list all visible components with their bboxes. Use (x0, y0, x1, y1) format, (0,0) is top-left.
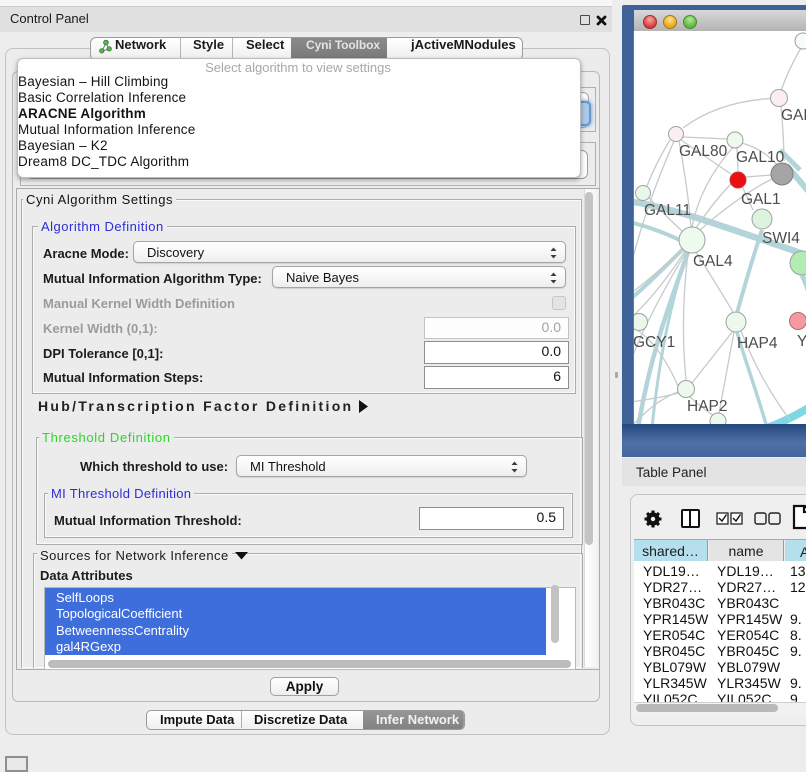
svg-text:HAP4: HAP4 (737, 335, 778, 352)
svg-text:GAL1: GAL1 (741, 191, 781, 208)
svg-text:Y: Y (797, 333, 806, 350)
svg-text:GAL7: GAL7 (781, 107, 806, 124)
svg-text:SWI4: SWI4 (762, 230, 800, 247)
svg-text:HAP2: HAP2 (687, 398, 728, 415)
svg-text:GAL10: GAL10 (736, 149, 785, 166)
svg-text:GCY1: GCY1 (634, 334, 675, 351)
svg-text:GAL11: GAL11 (644, 202, 691, 219)
svg-text:GAL4: GAL4 (693, 253, 733, 270)
svg-text:GAL80: GAL80 (679, 143, 728, 160)
